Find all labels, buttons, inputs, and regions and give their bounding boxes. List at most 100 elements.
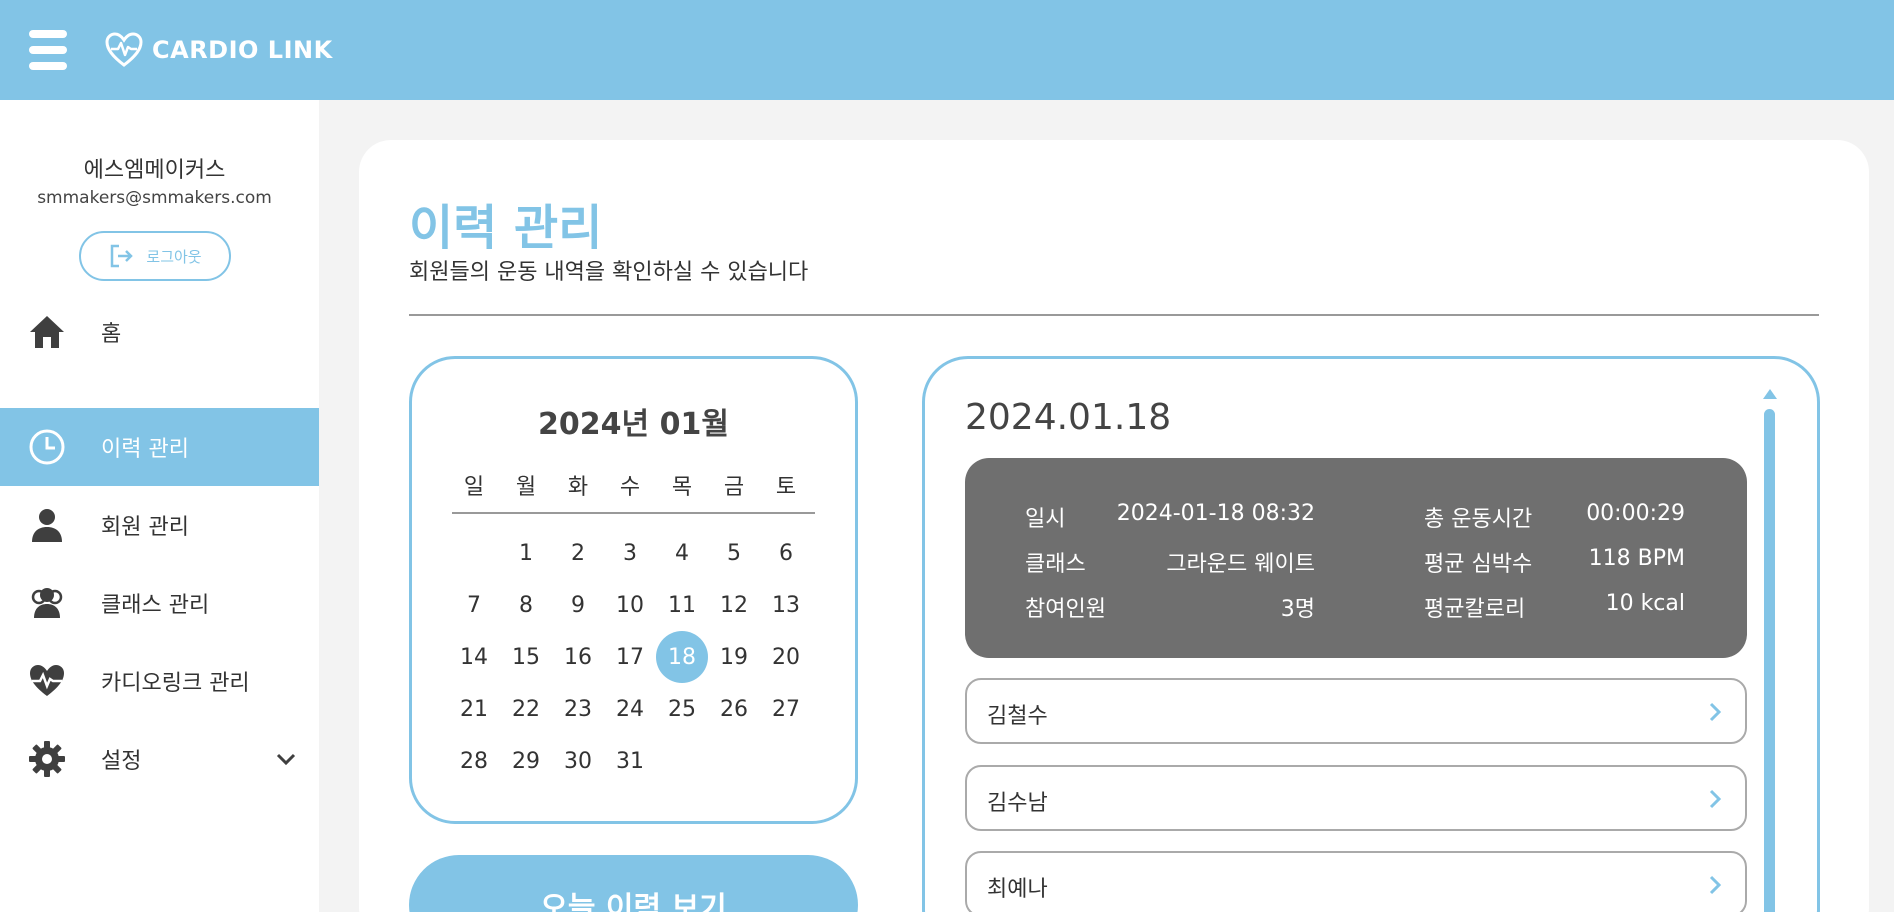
chevron-right-icon [1709, 702, 1722, 722]
session-summary-card: 일시 2024-01-18 08:32 클래스 그라운드 웨이트 참여인원 3명… [965, 458, 1747, 658]
member-list-item[interactable]: 김수남 [965, 765, 1747, 831]
calendar-weekdays: 일 월 화 수 목 금 토 [448, 469, 812, 501]
logout-button[interactable]: 로그아웃 [79, 231, 231, 281]
member-list-item[interactable]: 최예나 [965, 851, 1747, 912]
heart-pulse-logo-icon [105, 32, 143, 67]
top-bar: CARDIO LINK [0, 0, 1894, 100]
summary-total-time-label: 총 운동시간 [1424, 507, 1533, 532]
nav-item-settings[interactable]: 설정 [0, 720, 319, 798]
nav-item-cardiolink[interactable]: 카디오링크 관리 [0, 642, 319, 720]
calendar-day[interactable]: 27 [760, 683, 812, 735]
calendar-days-grid: 1 2 3 4 5 6 7 8 9 10 11 12 13 14 15 16 17 18 19 20 21 22 23 24 2… [448, 527, 812, 787]
summary-avg-hr-value: 118 BPM [1588, 546, 1685, 571]
group-icon [31, 588, 63, 618]
nav-item-home[interactable]: 홈 [0, 293, 319, 371]
member-name: 김수남 [987, 791, 1048, 816]
calendar-day[interactable]: 19 [708, 631, 760, 683]
summary-class-label: 클래스 [1025, 552, 1086, 577]
nav-label-settings: 설정 [101, 749, 142, 774]
calendar-day[interactable]: 17 [604, 631, 656, 683]
calendar-day[interactable]: 24 [604, 683, 656, 735]
calendar-day[interactable]: 31 [604, 735, 656, 787]
weekday-label: 금 [723, 475, 745, 500]
calendar-day[interactable]: 9 [552, 579, 604, 631]
calendar-day[interactable]: 2 [552, 527, 604, 579]
summary-participants-value: 3명 [1280, 597, 1315, 622]
summary-participants-label: 참여인원 [1025, 597, 1106, 622]
calendar-day[interactable]: 26 [708, 683, 760, 735]
calendar-day[interactable]: 11 [656, 579, 708, 631]
summary-avg-cal-label: 평균칼로리 [1424, 597, 1526, 622]
calendar-day[interactable]: 29 [500, 735, 552, 787]
history-detail-panel: 2024.01.18 일시 2024-01-18 08:32 클래스 그라운드 … [922, 356, 1820, 912]
calendar-day[interactable]: 25 [656, 683, 708, 735]
nav-label-classes: 클래스 관리 [101, 593, 210, 618]
nav-label-history: 이력 관리 [101, 437, 189, 462]
calendar-day[interactable]: 22 [500, 683, 552, 735]
calendar-day[interactable]: 15 [500, 631, 552, 683]
clock-icon [29, 429, 65, 465]
calendar-day[interactable]: 3 [604, 527, 656, 579]
brand-logo[interactable]: CARDIO LINK [104, 30, 333, 70]
sidebar: 에스엠메이커스 smmakers@smmakers.com 로그아웃 홈 이력 … [0, 100, 319, 912]
scroll-up-arrow-icon[interactable] [1763, 389, 1777, 399]
logout-icon [111, 244, 134, 268]
calendar-day[interactable]: 1 [500, 527, 552, 579]
nav-item-history[interactable]: 이력 관리 [0, 408, 319, 486]
page-subtitle: 회원들의 운동 내역을 확인하실 수 있습니다 [409, 260, 809, 285]
calendar-day[interactable]: 30 [552, 735, 604, 787]
calendar-day-selected[interactable]: 18 [656, 631, 708, 683]
weekday-label: 목 [671, 475, 693, 500]
calendar-day[interactable]: 21 [448, 683, 500, 735]
calendar-day[interactable]: 8 [500, 579, 552, 631]
summary-total-time-value: 00:00:29 [1586, 501, 1685, 526]
weekday-label: 토 [775, 475, 797, 500]
member-name: 최예나 [987, 877, 1048, 902]
page-title: 이력 관리 [409, 200, 603, 256]
calendar-day[interactable]: 23 [552, 683, 604, 735]
nav-item-classes[interactable]: 클래스 관리 [0, 564, 319, 642]
calendar-day[interactable]: 20 [760, 631, 812, 683]
user-icon [32, 509, 62, 542]
nav-label-cardiolink: 카디오링크 관리 [101, 671, 250, 696]
calendar-day[interactable]: 7 [448, 579, 500, 631]
weekday-label: 화 [567, 475, 589, 500]
chevron-right-icon [1709, 875, 1722, 895]
profile-name: 에스엠메이커스 [83, 158, 226, 183]
summary-datetime-value: 2024-01-18 08:32 [1116, 501, 1315, 526]
calendar-day[interactable]: 16 [552, 631, 604, 683]
hamburger-menu-icon[interactable] [29, 30, 67, 70]
chevron-down-icon[interactable] [274, 747, 298, 771]
calendar-day[interactable]: 10 [604, 579, 656, 631]
profile-email: smmakers@smmakers.com [37, 188, 272, 208]
calendar: 2024년 01월 일 월 화 수 목 금 토 1 2 3 4 5 6 7 8 9 10 11 12 1… [409, 356, 858, 824]
today-history-button[interactable]: 오늘 이력 보기 [409, 855, 858, 912]
calendar-empty-cell [448, 527, 500, 579]
nav-label-home: 홈 [101, 322, 122, 347]
detail-date: 2024.01.18 [965, 397, 1172, 438]
summary-avg-cal-value: 10 kcal [1605, 591, 1685, 616]
summary-datetime-label: 일시 [1025, 507, 1066, 532]
gear-icon [29, 741, 65, 777]
scrollbar-thumb[interactable] [1764, 409, 1775, 912]
calendar-day[interactable]: 5 [708, 527, 760, 579]
member-list-item[interactable]: 김철수 [965, 678, 1747, 744]
title-divider [409, 314, 1819, 316]
calendar-month-title: 2024년 01월 [538, 407, 729, 442]
weekday-label: 수 [619, 475, 641, 500]
calendar-day[interactable]: 6 [760, 527, 812, 579]
nav-label-members: 회원 관리 [101, 515, 189, 540]
calendar-day[interactable]: 12 [708, 579, 760, 631]
calendar-day-number: 18 [668, 644, 696, 670]
logout-label: 로그아웃 [146, 247, 202, 266]
calendar-day[interactable]: 13 [760, 579, 812, 631]
calendar-day[interactable]: 14 [448, 631, 500, 683]
calendar-day[interactable]: 4 [656, 527, 708, 579]
nav-item-members[interactable]: 회원 관리 [0, 486, 319, 564]
calendar-divider [452, 512, 815, 514]
home-icon [30, 316, 64, 348]
summary-avg-hr-label: 평균 심박수 [1424, 552, 1533, 577]
weekday-label: 일 [463, 475, 485, 500]
calendar-day[interactable]: 28 [448, 735, 500, 787]
member-name: 김철수 [987, 704, 1048, 729]
